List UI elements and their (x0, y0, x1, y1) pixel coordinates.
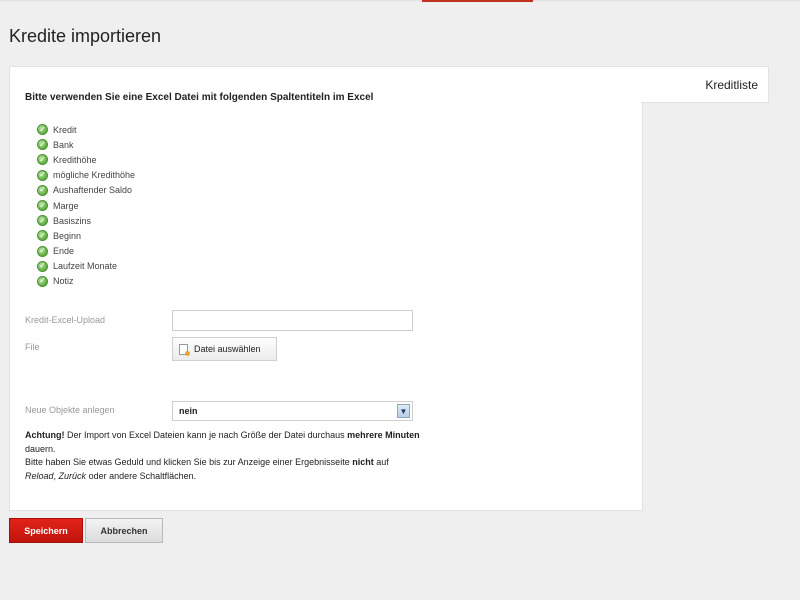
cancel-button[interactable]: Abbrechen (85, 518, 163, 543)
notice-text: auf (374, 457, 389, 467)
column-name: mögliche Kredithöhe (53, 170, 135, 180)
list-item: ✓ Bank (37, 137, 135, 152)
check-circle-icon: ✓ (37, 215, 48, 226)
column-name: Notiz (53, 276, 74, 286)
check-circle-icon: ✓ (37, 261, 48, 272)
file-label: File (25, 342, 40, 352)
check-circle-icon: ✓ (37, 154, 48, 165)
choose-file-button[interactable]: Datei auswählen (172, 337, 277, 361)
chevron-down-icon[interactable]: ▼ (397, 404, 410, 418)
upload-label: Kredit-Excel-Upload (25, 315, 105, 325)
column-name: Beginn (53, 231, 81, 241)
list-item: ✓ Aushaftender Saldo (37, 183, 135, 198)
choose-file-label: Datei auswählen (194, 344, 261, 354)
notice-text: dauern. (25, 444, 56, 454)
list-item: ✓ Notiz (37, 274, 135, 289)
column-name: Bank (53, 140, 74, 150)
notice-text: oder andere Schaltflächen. (86, 471, 196, 481)
notice-text: Bitte haben Sie etwas Geduld und klicken… (25, 457, 352, 467)
upload-input[interactable] (172, 310, 413, 331)
check-circle-icon: ✓ (37, 170, 48, 181)
check-circle-icon: ✓ (37, 124, 48, 135)
check-circle-icon: ✓ (37, 246, 48, 257)
column-name: Kredithöhe (53, 155, 97, 165)
check-circle-icon: ✓ (37, 200, 48, 211)
list-item: ✓ Beginn (37, 228, 135, 243)
notice-zurueck: Zurück (59, 471, 87, 481)
notice-mehrere: mehrere Minuten (347, 430, 420, 440)
check-circle-icon: ✓ (37, 139, 48, 150)
list-item: ✓ Laufzeit Monate (37, 259, 135, 274)
list-item: ✓ mögliche Kredithöhe (37, 168, 135, 183)
notice-reload: Reload (25, 471, 54, 481)
column-name: Laufzeit Monate (53, 261, 117, 271)
list-item: ✓ Marge (37, 198, 135, 213)
check-circle-icon: ✓ (37, 276, 48, 287)
file-upload-icon (179, 344, 188, 355)
top-border (0, 0, 800, 2)
new-objects-value: nein (179, 406, 198, 416)
check-circle-icon: ✓ (37, 185, 48, 196)
notice-achtung: Achtung! (25, 430, 65, 440)
import-notice: Achtung! Der Import von Excel Dateien ka… (25, 429, 425, 483)
check-circle-icon: ✓ (37, 230, 48, 241)
list-item: ✓ Kredithöhe (37, 152, 135, 167)
intro-text: Bitte verwenden Sie eine Excel Datei mit… (25, 92, 373, 103)
tab-kreditliste[interactable]: Kreditliste (641, 66, 769, 103)
column-name: Kredit (53, 125, 77, 135)
notice-nicht: nicht (352, 457, 374, 467)
list-item: ✓ Kredit (37, 122, 135, 137)
page-title: Kredite importieren (9, 26, 161, 47)
column-name: Ende (53, 246, 74, 256)
column-list: ✓ Kredit ✓ Bank ✓ Kredithöhe ✓ mögliche Kred… (37, 122, 135, 289)
notice-text: Der Import von Excel Dateien kann je nac… (65, 430, 348, 440)
active-nav-indicator (422, 0, 533, 2)
list-item: ✓ Ende (37, 244, 135, 259)
column-name: Aushaftender Saldo (53, 185, 132, 195)
new-objects-select[interactable]: nein ▼ (172, 401, 413, 421)
save-button[interactable]: Speichern (9, 518, 83, 543)
list-item: ✓ Basiszins (37, 213, 135, 228)
new-objects-label: Neue Objekte anlegen (25, 405, 115, 415)
column-name: Marge (53, 201, 79, 211)
column-name: Basiszins (53, 216, 91, 226)
